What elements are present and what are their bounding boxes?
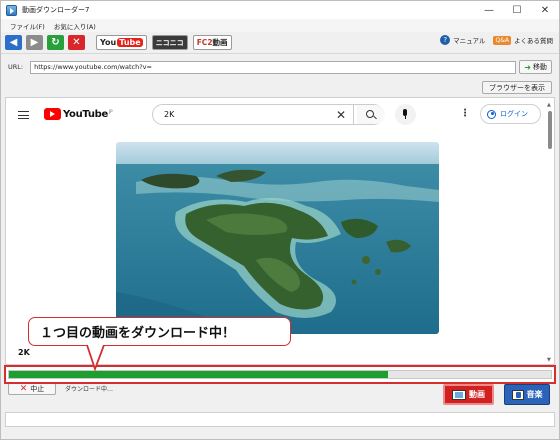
audio-mode-label: 音楽 [526, 390, 543, 399]
clear-search-icon[interactable]: ✕ [336, 108, 346, 122]
youtube-region-label: JP [109, 108, 113, 114]
search-icon[interactable] [357, 105, 385, 124]
callout-tail [86, 345, 105, 371]
scroll-down-icon[interactable]: ▼ [547, 357, 551, 363]
login-button[interactable]: ログイン [480, 104, 541, 124]
youtube-logo-text: YouTube [63, 108, 108, 120]
back-button[interactable]: ◀ [5, 35, 22, 50]
scroll-up-icon[interactable]: ▲ [547, 102, 551, 108]
film-icon [452, 389, 466, 400]
status-row: ✕ 中止 ダウンロード中… 動画 音楽 [1, 382, 559, 406]
refresh-button[interactable]: ↻ [47, 35, 64, 50]
user-icon [487, 109, 496, 119]
cancel-label: 中止 [30, 385, 45, 393]
audio-mode-button[interactable]: 音楽 [504, 384, 550, 405]
music-icon [511, 389, 524, 400]
menu-bar: ファイル(F) お気に入り(A) [1, 19, 559, 32]
video-mode-button[interactable]: 動画 [443, 384, 494, 405]
video-title[interactable]: 2K [18, 348, 30, 357]
video-mode-label: 動画 [469, 390, 485, 399]
fc2-douga-label: 動画 [212, 38, 228, 47]
url-label: URL: [8, 63, 24, 71]
go-button-label: 移動 [532, 63, 547, 71]
faq-icon[interactable]: Q&A [493, 35, 511, 45]
go-button[interactable]: ➜ 移動 [519, 60, 553, 74]
forward-button[interactable]: ▶ [26, 35, 43, 50]
url-input[interactable] [30, 60, 517, 74]
cancel-download-button[interactable]: ✕ 中止 [8, 383, 56, 395]
stop-loading-button[interactable]: ✕ [68, 35, 85, 50]
app-icon [6, 4, 17, 16]
youtube-play-icon [44, 108, 61, 120]
login-label: ログイン [500, 110, 528, 118]
youtube-site-label-tube: Tube [117, 38, 143, 47]
toolbar: ◀ ▶ ↻ ✕ You Tube ニコニコ FC2 動画 ? マニュアル Q&A … [1, 32, 559, 54]
window-title: 動画ダウンローダー7 [22, 6, 90, 14]
search-divider [353, 105, 354, 124]
download-callout: １つ目の動画をダウンロード中！ [28, 317, 291, 346]
menu-icon[interactable] [18, 111, 29, 119]
download-status: ダウンロード中… [65, 386, 114, 393]
youtube-search-input[interactable]: 2K [164, 110, 174, 119]
microphone-icon[interactable] [395, 104, 416, 125]
show-browser-button[interactable]: ブラウザーを表示 [482, 81, 552, 94]
cancel-icon: ✕ [19, 384, 28, 394]
menu-favorites[interactable]: お気に入り(A) [54, 21, 96, 31]
fc2-site-button[interactable]: FC2 動画 [192, 35, 232, 50]
youtube-site-button[interactable]: You Tube [96, 35, 147, 50]
close-button[interactable]: ✕ [531, 1, 559, 19]
url-row: URL: ➜ 移動 [1, 58, 559, 76]
faq-link[interactable]: よくある質問 [514, 35, 553, 45]
manual-link[interactable]: マニュアル [453, 35, 485, 45]
maximize-button[interactable]: ☐ [503, 1, 531, 19]
title-bar: 動画ダウンローダー7 — ☐ ✕ [1, 1, 559, 19]
go-arrow-icon: ➜ [524, 62, 531, 72]
vertical-scrollbar[interactable]: ▲ ▼ [546, 98, 554, 364]
manual-icon[interactable]: ? [440, 35, 451, 45]
scroll-thumb[interactable] [548, 111, 552, 149]
youtube-search-box[interactable]: 2K ✕ [152, 104, 385, 125]
progress-fill [9, 371, 389, 378]
fc2-site-label: FC2 [196, 38, 213, 47]
minimize-button[interactable]: — [475, 1, 503, 19]
more-options-icon[interactable]: ⋮ [460, 108, 470, 119]
video-player[interactable] [116, 142, 439, 334]
niconico-site-button[interactable]: ニコニコ [151, 35, 188, 50]
progress-bar [8, 370, 552, 379]
video-frame [116, 142, 439, 334]
app-window: 動画ダウンローダー7 — ☐ ✕ ファイル(F) お気に入り(A) ◀ ▶ ↻ … [0, 0, 560, 440]
menu-file[interactable]: ファイル(F) [10, 21, 45, 31]
youtube-logo[interactable]: YouTube JP [44, 108, 113, 120]
youtube-site-label-you: You [100, 38, 117, 47]
youtube-header: YouTube JP 2K ✕ ⋮ ログイン [6, 98, 550, 132]
status-bar [5, 412, 555, 427]
